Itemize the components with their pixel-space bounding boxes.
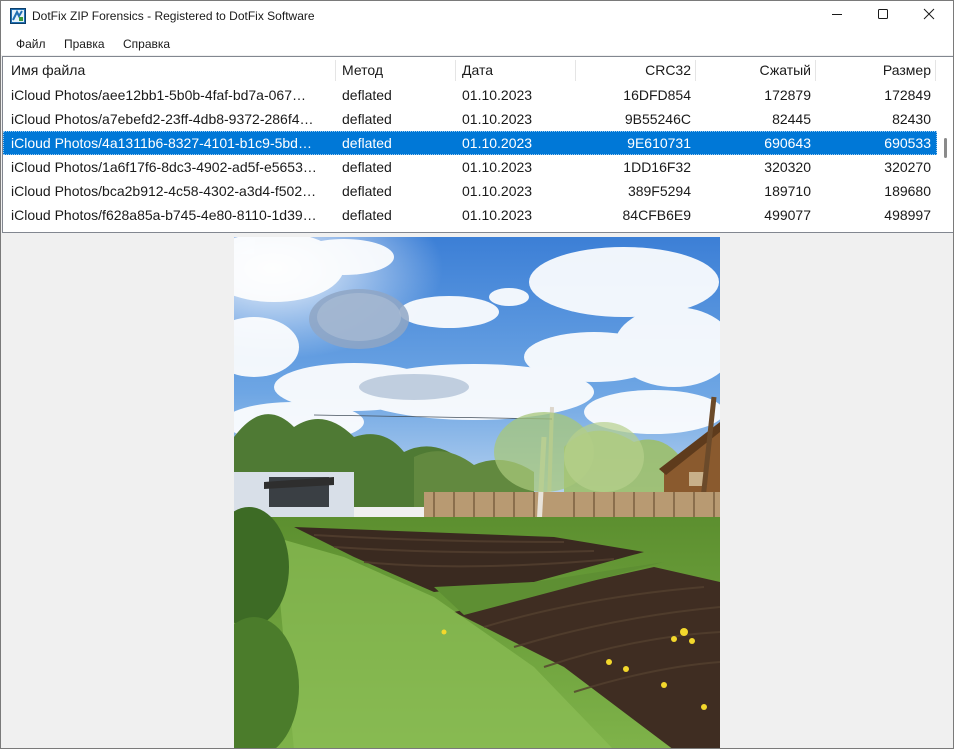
- table-row-selected[interactable]: iCloud Photos/4a1311b6-8327-4101-b1c9-5b…: [3, 131, 937, 155]
- cell-date: 01.10.2023: [462, 87, 533, 103]
- cell-method: deflated: [342, 159, 392, 175]
- cell-size: 172849: [884, 87, 931, 103]
- cell-size: 320270: [884, 159, 931, 175]
- cell-crc32: 1DD16F32: [623, 159, 691, 175]
- column-header-crc32[interactable]: CRC32: [576, 57, 691, 83]
- cell-packed-size: 82445: [772, 111, 811, 127]
- cell-packed-size: 499077: [764, 207, 811, 223]
- cell-filename: iCloud Photos/a7ebefd2-23ff-4db8-9372-28…: [11, 111, 314, 127]
- menu-help[interactable]: Справка: [123, 37, 170, 51]
- cell-date: 01.10.2023: [462, 207, 533, 223]
- window-title: DotFix ZIP Forensics - Registered to Dot…: [32, 9, 315, 23]
- column-header-method[interactable]: Метод: [342, 57, 452, 83]
- cell-date: 01.10.2023: [462, 111, 533, 127]
- cell-date: 01.10.2023: [462, 135, 533, 151]
- cell-method: deflated: [342, 207, 392, 223]
- column-header-date[interactable]: Дата: [462, 57, 572, 83]
- menu-edit[interactable]: Правка: [64, 37, 105, 51]
- table-row[interactable]: iCloud Photos/f628a85a-b745-4e80-8110-1d…: [3, 203, 937, 227]
- table-row[interactable]: iCloud Photos/bca2b912-4c58-4302-a3d4-f5…: [3, 179, 937, 203]
- minimize-icon: [831, 7, 843, 25]
- cell-crc32: 389F5294: [627, 183, 691, 199]
- title-bar[interactable]: DotFix ZIP Forensics - Registered to Dot…: [1, 1, 953, 31]
- cell-filename: iCloud Photos/bca2b912-4c58-4302-a3d4-f5…: [11, 183, 317, 199]
- cell-crc32: 16DFD854: [623, 87, 691, 103]
- cell-size: 690533: [884, 135, 931, 151]
- garden-photo: [234, 237, 720, 748]
- column-separator[interactable]: [335, 60, 336, 81]
- scrollbar-thumb[interactable]: [944, 138, 947, 158]
- file-list[interactable]: Имя файла Метод Дата CRC32 Сжатый Размер…: [2, 56, 953, 233]
- cell-crc32: 9B55246C: [624, 111, 691, 127]
- cell-size: 189680: [884, 183, 931, 199]
- cell-packed-size: 690643: [764, 135, 811, 151]
- column-header-packed[interactable]: Сжатый: [696, 57, 811, 83]
- app-logo-icon: [10, 8, 26, 24]
- column-header-filename[interactable]: Имя файла: [11, 57, 331, 83]
- table-row[interactable]: iCloud Photos/1a6f17f6-8dc3-4902-ad5f-e5…: [3, 155, 937, 179]
- minimize-button[interactable]: [814, 1, 860, 31]
- close-icon: [923, 7, 935, 25]
- list-header: Имя файла Метод Дата CRC32 Сжатый Размер: [3, 57, 937, 83]
- maximize-icon: [877, 7, 889, 25]
- maximize-button[interactable]: [860, 1, 906, 31]
- column-separator[interactable]: [935, 60, 936, 81]
- vertical-scrollbar[interactable]: [937, 57, 953, 232]
- table-row[interactable]: iCloud Photos/aee12bb1-5b0b-4faf-bd7a-06…: [3, 83, 937, 107]
- cell-packed-size: 172879: [764, 87, 811, 103]
- cell-filename: iCloud Photos/f628a85a-b745-4e80-8110-1d…: [11, 207, 317, 223]
- cell-size: 82430: [892, 111, 931, 127]
- cell-date: 01.10.2023: [462, 159, 533, 175]
- cell-crc32: 84CFB6E9: [622, 207, 691, 223]
- cell-packed-size: 320320: [764, 159, 811, 175]
- app-window: DotFix ZIP Forensics - Registered to Dot…: [0, 0, 954, 749]
- cell-size: 498997: [884, 207, 931, 223]
- column-header-size[interactable]: Размер: [816, 57, 931, 83]
- cell-filename: iCloud Photos/4a1311b6-8327-4101-b1c9-5b…: [11, 135, 312, 151]
- cell-filename: iCloud Photos/aee12bb1-5b0b-4faf-bd7a-06…: [11, 87, 306, 103]
- cell-method: deflated: [342, 111, 392, 127]
- cell-method: deflated: [342, 183, 392, 199]
- table-row[interactable]: iCloud Photos/a7ebefd2-23ff-4db8-9372-28…: [3, 107, 937, 131]
- menu-file[interactable]: Файл: [16, 37, 46, 51]
- cell-packed-size: 189710: [764, 183, 811, 199]
- column-separator[interactable]: [455, 60, 456, 81]
- cell-method: deflated: [342, 87, 392, 103]
- cell-method: deflated: [342, 135, 392, 151]
- cell-crc32: 9E610731: [627, 135, 691, 151]
- image-preview: [234, 237, 720, 748]
- cell-filename: iCloud Photos/1a6f17f6-8dc3-4902-ad5f-e5…: [11, 159, 317, 175]
- close-button[interactable]: [906, 1, 952, 31]
- menu-bar: Файл Правка Справка: [1, 31, 953, 55]
- cell-date: 01.10.2023: [462, 183, 533, 199]
